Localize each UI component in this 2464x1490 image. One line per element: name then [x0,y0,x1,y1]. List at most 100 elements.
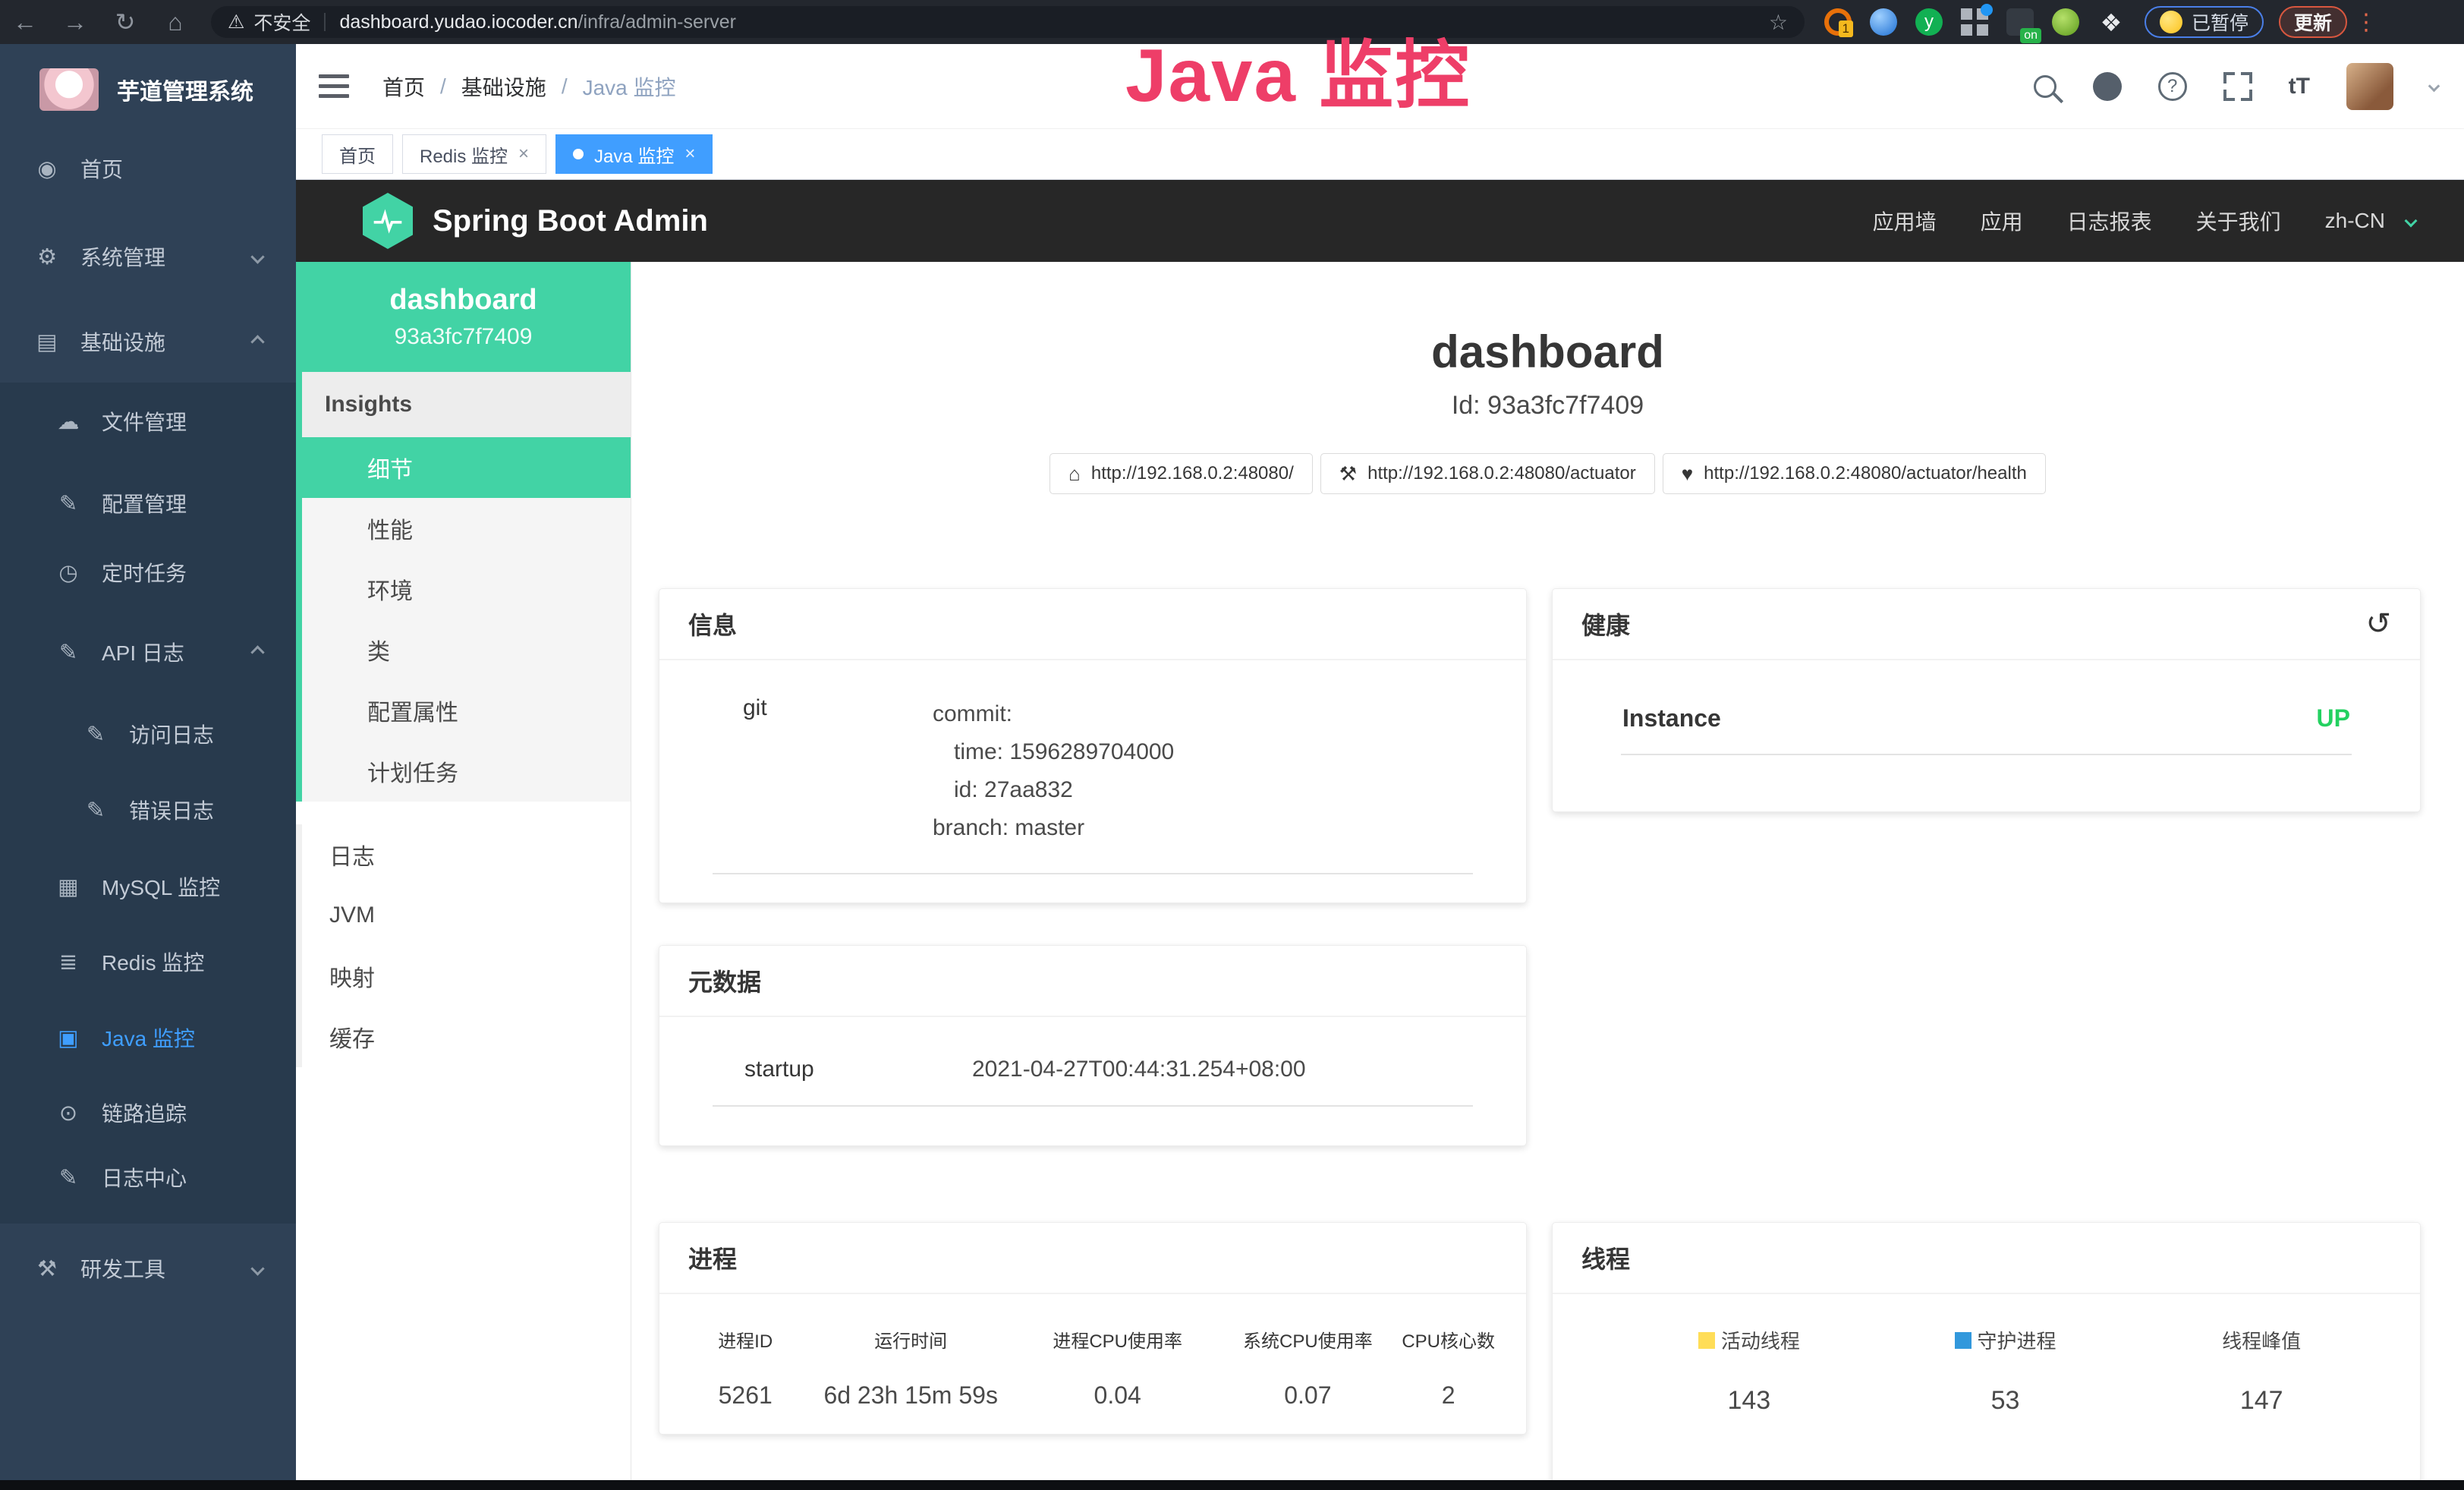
extension-switch-icon[interactable]: on [2006,8,2034,36]
sba-brand-title[interactable]: Spring Boot Admin [433,204,708,238]
sidebar-item-api-logs[interactable]: API 日志 [0,617,296,687]
sidebar-item-file-management[interactable]: 文件管理 [0,386,296,456]
sidebar-item-config-management[interactable]: 配置管理 [0,468,296,538]
instance-menu-bottom: 日志 JVM 映射 缓存 [296,824,631,1067]
column-header: 系统CPU使用率 [1225,1326,1390,1353]
chrome-update-button[interactable]: 更新 [2279,6,2347,38]
bookmark-star-icon[interactable] [1769,10,1788,35]
instance-menu-classes[interactable]: 类 [302,619,631,680]
sba-nav-about[interactable]: 关于我们 [2196,206,2281,236]
extensions-puzzle-icon[interactable] [2097,8,2125,36]
fullscreen-icon[interactable] [2223,72,2252,101]
instance-menu-jvm[interactable]: JVM [296,885,631,946]
health-url-button[interactable]: http://192.168.0.2:48080/actuator/health [1663,453,2046,494]
sba-nav-journal[interactable]: 日志报表 [2067,206,2152,236]
sidebar-item-java-monitor[interactable]: Java 监控 [0,1003,296,1073]
sidebar-item-dev-tools[interactable]: 研发工具 [0,1233,296,1303]
browser-home-icon[interactable] [150,8,200,36]
sidebar-item-access-logs[interactable]: 访问日志 [0,699,296,769]
close-icon[interactable] [684,143,695,165]
app-logo-row[interactable]: 芋道管理系统 [0,44,296,135]
breadcrumb-home[interactable]: 首页 [382,71,425,102]
stat-live-threads: 活动线程 143 [1621,1326,1877,1416]
service-url-button[interactable]: http://192.168.0.2:48080/ [1049,453,1313,494]
history-icon[interactable] [2365,606,2391,641]
breadcrumb-infrastructure[interactable]: 基础设施 [461,71,546,102]
instance-header[interactable]: dashboard 93a3fc7f7409 [296,262,631,372]
health-instance-row[interactable]: Instance UP [1553,660,2420,732]
user-avatar[interactable] [2346,63,2393,110]
health-key: Instance [1622,704,1721,732]
help-icon[interactable] [2158,72,2187,101]
extension-pin-icon[interactable] [1870,8,1897,36]
sidebar-item-redis-monitor[interactable]: Redis 监控 [0,927,296,997]
extension-grid-icon[interactable] [1961,8,1988,36]
instance-menu-details[interactable]: 细节 [302,437,631,498]
spring-boot-admin-logo-icon[interactable] [363,193,413,249]
sidebar-item-system-management[interactable]: 系统管理 [0,222,296,291]
address-bar[interactable]: 不安全 dashboard.yudao.iocoder.cn /infra/ad… [211,6,1805,38]
tab-redis-monitor[interactable]: Redis 监控 [402,134,546,174]
heartbeat-icon [1682,462,1693,486]
locale-caret-icon[interactable] [2405,215,2418,228]
sidebar-item-home[interactable]: 首页 [0,134,296,203]
thread-stats: 活动线程 143 守护进程 53 线程峰值 147 [1553,1294,2420,1416]
browser-reload-icon[interactable] [100,8,150,36]
instance-menu-caches[interactable]: 缓存 [296,1006,631,1067]
instance-menu-environment[interactable]: 环境 [302,559,631,619]
search-icon[interactable] [2034,75,2056,98]
process-card-title: 进程 [659,1223,1526,1294]
sidebar-item-mysql-monitor[interactable]: MySQL 监控 [0,852,296,921]
sidebar-collapse-icon[interactable] [319,74,349,98]
instance-menu-metrics[interactable]: 性能 [302,498,631,559]
browser-menu-icon[interactable] [2355,9,2377,36]
browser-forward-icon[interactable] [50,8,100,36]
metadata-value: 2021-04-27T00:44:31.254+08:00 [972,1057,1306,1082]
sba-nav-wall[interactable]: 应用墙 [1873,206,1937,236]
sidebar-item-tracing[interactable]: 链路追踪 [0,1078,296,1148]
tab-label: Redis 监控 [420,141,508,168]
sidebar-item-error-logs[interactable]: 错误日志 [0,775,296,845]
info-key: git [743,695,933,847]
paused-extension-button[interactable]: 已暂停 [2145,6,2264,38]
cell-value: 0.07 [1225,1381,1390,1410]
github-icon[interactable] [2093,72,2122,101]
stat-value: 143 [1621,1386,1877,1416]
close-icon[interactable] [518,143,529,165]
tab-home[interactable]: 首页 [322,134,393,174]
avatar-caret-icon[interactable] [2428,80,2440,93]
sidebar-item-log-center[interactable]: 日志中心 [0,1142,296,1212]
instance-menu-config-props[interactable]: 配置属性 [302,680,631,741]
info-card-title: 信息 [659,589,1526,660]
sba-locale-select[interactable]: zh-CN [2325,209,2385,233]
threads-area-chart: 140 120 100 [1553,1413,2420,1490]
process-col-pid: 进程ID 5261 [679,1326,811,1410]
tab-java-monitor[interactable]: Java 监控 [555,134,713,174]
instance-menu-scheduled-tasks[interactable]: 计划任务 [302,741,631,802]
sidebar-item-label: MySQL 监控 [102,871,220,902]
gear-icon [32,244,62,270]
chevron-up-icon [250,645,264,659]
instance-menu-mappings[interactable]: 映射 [296,946,631,1006]
sidebar-item-infrastructure[interactable]: 基础设施 [0,307,296,376]
browser-back-icon[interactable] [0,8,50,36]
extension-y-icon[interactable] [1915,8,1943,36]
legend-label: 守护进程 [1978,1326,2056,1354]
sidebar-item-label: 研发工具 [80,1253,165,1284]
sidebar-item-scheduled-tasks[interactable]: 定时任务 [0,537,296,607]
info-value: commit: time: 1596289704000 id: 27aa832 … [933,695,1174,847]
extension-leaf-icon[interactable] [2052,8,2079,36]
stat-peak-threads: 线程峰值 147 [2133,1326,2390,1416]
log-icon [53,1164,83,1191]
instance-menu-logs[interactable]: 日志 [296,824,631,885]
metadata-startup-row: startup 2021-04-27T00:44:31.254+08:00 [659,1017,1526,1082]
breadcrumb-current: Java 监控 [583,71,676,102]
actuator-url-button[interactable]: http://192.168.0.2:48080/actuator [1320,453,1655,494]
sba-nav-applications[interactable]: 应用 [1981,206,2023,236]
extension-orange-icon[interactable]: 1 [1824,8,1852,36]
status-badge: UP [2317,704,2350,732]
font-size-icon[interactable] [2289,74,2310,99]
tab-label: Java 监控 [594,141,674,168]
instance-name: dashboard [389,284,537,317]
not-secure-label: 不安全 [253,8,310,36]
